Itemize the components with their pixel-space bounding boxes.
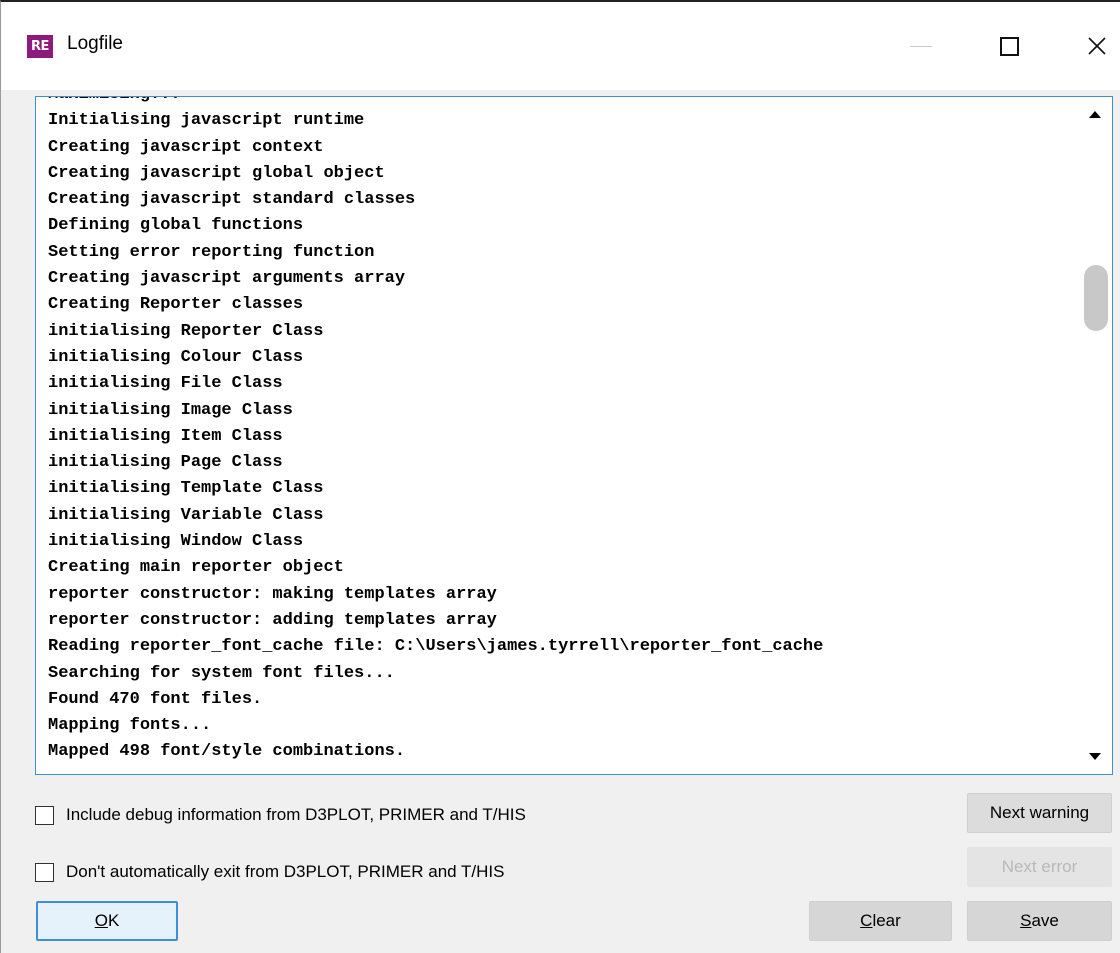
- clear-mnemonic: C: [860, 911, 873, 930]
- save-label-rest: ave: [1031, 911, 1059, 930]
- next-error-button[interactable]: Next error: [967, 847, 1112, 887]
- log-text-area[interactable]: Maximising... Initialising javascript ru…: [35, 96, 1113, 775]
- window-title: Logfile: [67, 33, 123, 54]
- maximize-button[interactable]: [965, 2, 1053, 90]
- clear-button[interactable]: Clear: [809, 901, 952, 941]
- maximize-icon: [999, 36, 1019, 56]
- clear-label-rest: lear: [872, 911, 901, 930]
- next-warning-label: Next warning: [989, 803, 1090, 822]
- no-auto-exit-option[interactable]: Don't automatically exit from D3PLOT, PR…: [35, 862, 504, 882]
- save-button[interactable]: Save: [967, 901, 1112, 941]
- logfile-window: RE Logfile Maximising... Initialising ja…: [0, 0, 1120, 953]
- ok-label-rest: K: [107, 911, 120, 930]
- scroll-up-arrow-icon[interactable]: [1089, 111, 1101, 118]
- scroll-thumb[interactable]: [1084, 265, 1108, 331]
- no-auto-exit-label: Don't automatically exit from D3PLOT, PR…: [66, 862, 505, 881]
- vertical-scrollbar[interactable]: [1077, 97, 1112, 774]
- title-bar[interactable]: RE Logfile: [1, 2, 1120, 90]
- scroll-down-arrow-icon[interactable]: [1089, 753, 1101, 760]
- close-icon: [1088, 37, 1106, 55]
- save-mnemonic: S: [1020, 911, 1032, 930]
- app-icon: RE: [27, 35, 53, 58]
- ok-mnemonic: O: [94, 911, 108, 930]
- include-debug-checkbox[interactable]: [35, 805, 54, 825]
- ok-button[interactable]: OK: [36, 901, 178, 941]
- next-error-label: Next error: [1001, 857, 1078, 876]
- include-debug-label: Include debug information from D3PLOT, P…: [66, 805, 526, 824]
- close-button[interactable]: [1053, 2, 1120, 90]
- log-text: Maximising... Initialising javascript ru…: [48, 97, 824, 762]
- minimize-icon: [910, 45, 932, 47]
- no-auto-exit-checkbox[interactable]: [35, 862, 54, 882]
- minimize-button[interactable]: [877, 2, 965, 90]
- next-warning-button[interactable]: Next warning: [967, 793, 1112, 833]
- include-debug-option[interactable]: Include debug information from D3PLOT, P…: [35, 805, 526, 825]
